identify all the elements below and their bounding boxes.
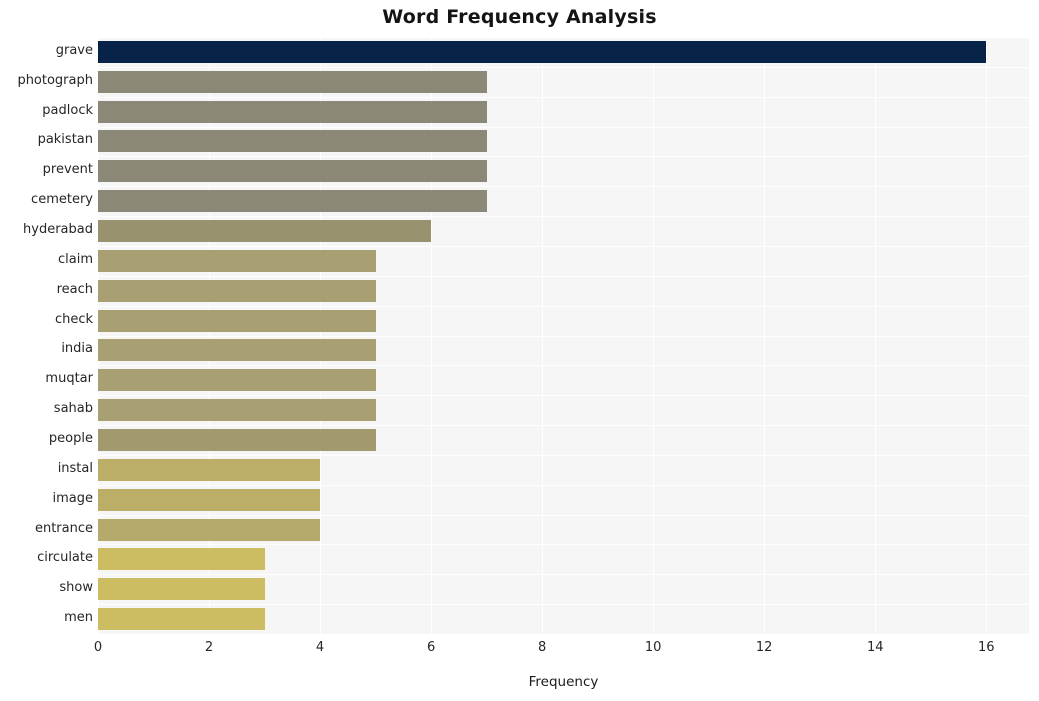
bar-prevent[interactable] [98,160,487,183]
gridline-horizontal [98,67,1029,68]
gridline-horizontal [98,97,1029,98]
word-frequency-bar-chart: Word Frequency Analysis grave photograph p… [0,0,1039,701]
bar-photograph[interactable] [98,70,487,93]
y-tick-label-instal: instal [57,460,93,476]
y-axis-tick-labels: grave photograph padlock pakistan prevent cem… [0,37,93,634]
x-tick-label-2: 2 [204,640,214,655]
y-tick-label-people: people [48,430,93,446]
y-tick-label-image: image [52,490,94,506]
y-tick-label-cemetery: cemetery [31,192,93,208]
bar-circulate[interactable] [98,548,265,571]
bar-grave[interactable] [98,40,987,63]
y-tick-label-grave: grave [55,42,93,58]
bar-sahab[interactable] [98,399,376,422]
y-tick-label-india: india [61,341,93,357]
y-tick-label-hyderabad: hyderabad [23,222,93,238]
y-tick-label-check: check [54,311,93,327]
gridline-horizontal [98,574,1029,575]
gridline-horizontal [98,246,1029,247]
bar-cemetery[interactable] [98,190,487,213]
gridline-horizontal [98,186,1029,187]
x-tick-label-16: 16 [977,640,995,655]
gridline-horizontal [98,216,1029,217]
gridline-horizontal [98,455,1029,456]
x-axis-tick-labels: 0 2 4 6 8 10 12 14 16 [0,640,1039,662]
x-tick-label-4: 4 [315,640,325,655]
gridline-horizontal [98,156,1029,157]
bar-show[interactable] [98,578,265,601]
gridline-horizontal [98,336,1029,337]
gridline-horizontal [98,127,1029,128]
x-axis-title: Frequency [528,674,599,690]
y-tick-label-show: show [59,580,93,596]
y-tick-label-pakistan: pakistan [37,132,93,148]
x-tick-label-12: 12 [755,640,773,655]
gridline-horizontal [98,604,1029,605]
gridline-horizontal [98,485,1029,486]
y-tick-label-photograph: photograph [17,72,93,88]
gridline-horizontal [98,365,1029,366]
y-tick-label-prevent: prevent [42,162,93,178]
bar-image[interactable] [98,488,321,511]
bar-people[interactable] [98,428,376,451]
y-tick-label-padlock: padlock [42,102,93,118]
y-tick-label-men: men [64,610,93,626]
gridline-horizontal [98,515,1029,516]
bar-hyderabad[interactable] [98,220,432,243]
x-tick-label-0: 0 [93,640,103,655]
y-tick-label-circulate: circulate [37,550,93,566]
bar-entrance[interactable] [98,518,321,541]
x-tick-label-14: 14 [866,640,884,655]
gridline-horizontal [98,276,1029,277]
plot-area [98,37,1029,634]
x-tick-label-8: 8 [537,640,547,655]
y-tick-label-claim: claim [57,251,93,267]
bar-reach[interactable] [98,279,376,302]
gridline-horizontal [98,395,1029,396]
chart-title: Word Frequency Analysis [382,6,657,28]
gridline-horizontal [98,37,1029,38]
gridline-horizontal [98,306,1029,307]
x-tick-label-6: 6 [426,640,436,655]
y-tick-label-entrance: entrance [34,520,93,536]
gridline-horizontal [98,425,1029,426]
bar-muqtar[interactable] [98,369,376,392]
y-tick-label-muqtar: muqtar [45,371,93,387]
bar-claim[interactable] [98,249,376,272]
y-tick-label-reach: reach [56,281,93,297]
bar-instal[interactable] [98,458,321,481]
bar-padlock[interactable] [98,100,487,123]
bar-men[interactable] [98,608,265,631]
bar-pakistan[interactable] [98,130,487,153]
y-tick-label-sahab: sahab [53,401,93,417]
x-tick-label-10: 10 [644,640,662,655]
gridline-horizontal [98,544,1029,545]
bar-india[interactable] [98,339,376,362]
bar-check[interactable] [98,309,376,332]
